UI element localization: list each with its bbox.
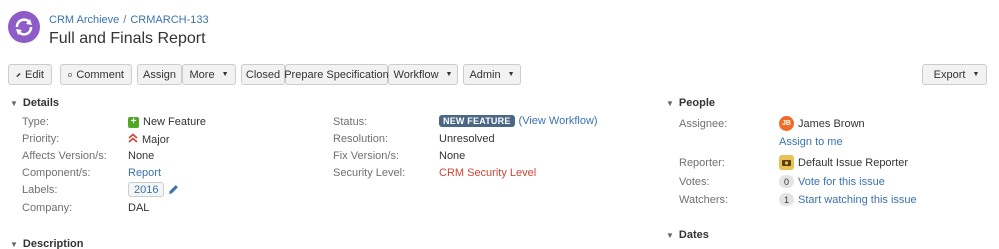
new-feature-icon: +	[128, 116, 139, 128]
prepare-specification-label: Prepare Specification	[284, 68, 389, 81]
closed-button[interactable]: Closed	[241, 64, 285, 85]
expand-triangle-icon: ▼	[666, 98, 674, 108]
watchers-value: 1 Start watching this issue	[779, 193, 917, 206]
assign-to-me-link[interactable]: Assign to me	[779, 136, 843, 148]
description-heading: Description	[22, 238, 84, 249]
fix-versions-value: None	[439, 150, 466, 162]
security-level-label: Security Level:	[333, 167, 406, 179]
breadcrumb-issue-key-link[interactable]: CRMARCH-133	[130, 14, 208, 26]
people-section-toggle[interactable]: ▼ People	[666, 97, 715, 109]
more-dropdown-label: More	[189, 68, 215, 81]
breadcrumb: CRM Archieve / CRMARCH-133	[49, 14, 209, 26]
details-heading: Details	[22, 97, 59, 109]
priority-value: Major	[128, 133, 170, 146]
assignee-label: Assignee:	[679, 118, 728, 130]
project-avatar[interactable]	[8, 11, 40, 43]
major-priority-icon	[128, 133, 138, 146]
components-value: Report	[128, 167, 161, 179]
assign-button[interactable]: Assign	[137, 64, 182, 85]
votes-label: Votes:	[679, 176, 710, 188]
prepare-specification-button[interactable]: Prepare Specification	[284, 64, 389, 85]
watchers-label: Watchers:	[679, 194, 729, 206]
comment-button-label: Comment	[76, 68, 124, 81]
reporter-label: Reporter:	[679, 157, 725, 169]
label-chip-2016[interactable]: 2016	[128, 182, 165, 197]
closed-button-label: Closed	[245, 68, 281, 81]
comment-button[interactable]: Comment	[60, 64, 132, 85]
details-section-toggle[interactable]: ▼ Details	[10, 97, 59, 109]
comment-icon	[68, 72, 73, 77]
issue-toolbar: Edit Comment Assign More ▼ Closed Prepare…	[8, 64, 987, 86]
workflow-dropdown-label: Workflow	[393, 68, 439, 81]
component-report-link[interactable]: Report	[128, 167, 161, 179]
edit-button[interactable]: Edit	[8, 64, 52, 85]
reporter-value: Default Issue Reporter	[779, 155, 908, 170]
reporter-avatar	[779, 155, 794, 170]
edit-button-label: Edit	[25, 68, 44, 81]
assign-button-label: Assign	[142, 68, 177, 81]
chevron-down-icon: ▼	[972, 71, 980, 78]
export-dropdown-label: Export	[933, 68, 966, 81]
expand-triangle-icon: ▼	[10, 239, 18, 249]
affects-versions-value: None	[128, 150, 155, 162]
status-lozenge: NEW FEATURE	[439, 115, 515, 127]
chevron-down-icon: ▼	[221, 71, 229, 78]
watchers-count-badge: 1	[779, 193, 795, 206]
labels-label: Labels:	[22, 184, 58, 196]
components-label: Component/s:	[22, 167, 91, 179]
description-section-toggle[interactable]: ▼ Description	[10, 238, 83, 249]
expand-triangle-icon: ▼	[666, 230, 674, 240]
admin-dropdown-label: Admin	[469, 68, 501, 81]
resolution-label: Resolution:	[333, 133, 389, 145]
issue-title: Full and Finals Report	[49, 30, 206, 47]
view-workflow-link[interactable]: (View Workflow)	[519, 115, 598, 127]
breadcrumb-separator: /	[123, 14, 127, 26]
company-value: DAL	[128, 202, 150, 214]
reporter-name[interactable]: Default Issue Reporter	[798, 157, 908, 169]
type-value: + New Feature	[128, 116, 206, 128]
assignee-value: JB James Brown	[779, 116, 865, 131]
expand-triangle-icon: ▼	[10, 98, 18, 108]
start-watching-link[interactable]: Start watching this issue	[798, 194, 917, 206]
dates-section-toggle[interactable]: ▼ Dates	[666, 229, 709, 241]
workflow-dropdown[interactable]: Workflow ▼	[388, 64, 458, 85]
affects-versions-label: Affects Version/s:	[22, 150, 107, 162]
assignee-name[interactable]: James Brown	[798, 118, 865, 130]
status-label: Status:	[333, 116, 368, 128]
edit-labels-pencil-icon[interactable]	[168, 184, 179, 195]
chevron-down-icon: ▼	[445, 71, 453, 78]
company-label: Company:	[22, 202, 73, 214]
votes-count-badge: 0	[779, 175, 795, 188]
assign-to-me-row: Assign to me	[779, 136, 843, 148]
admin-dropdown[interactable]: Admin ▼	[463, 64, 521, 85]
priority-label: Priority:	[22, 133, 60, 145]
more-dropdown[interactable]: More ▼	[182, 64, 236, 85]
labels-value: 2016	[128, 182, 179, 197]
type-label: Type:	[22, 116, 49, 128]
breadcrumb-project-link[interactable]: CRM Archieve	[49, 14, 119, 26]
assignee-avatar: JB	[779, 116, 794, 131]
priority-value-text: Major	[142, 133, 170, 146]
chevron-down-icon: ▼	[507, 71, 515, 78]
people-heading: People	[678, 97, 715, 109]
fix-versions-label: Fix Version/s:	[333, 150, 400, 162]
export-dropdown[interactable]: Export ▼	[922, 64, 987, 85]
pencil-icon	[16, 72, 21, 77]
resolution-value: Unresolved	[439, 133, 495, 145]
status-value: NEW FEATURE (View Workflow)	[439, 115, 598, 127]
vote-for-issue-link[interactable]: Vote for this issue	[798, 176, 885, 188]
votes-value: 0 Vote for this issue	[779, 175, 885, 188]
type-value-text: New Feature	[143, 116, 206, 128]
dates-heading: Dates	[678, 229, 709, 241]
security-level-value: CRM Security Level	[439, 167, 537, 179]
